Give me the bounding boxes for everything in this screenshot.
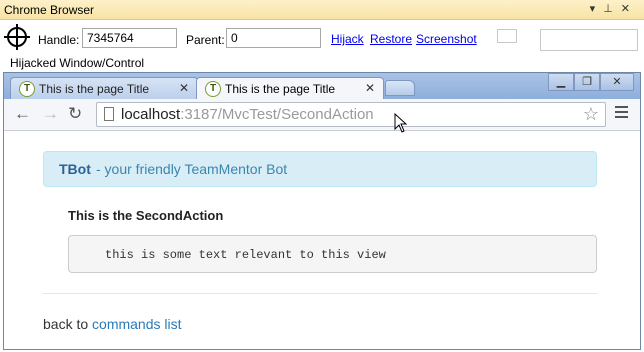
divider bbox=[43, 293, 597, 294]
footer: back to commands list bbox=[43, 316, 182, 332]
forward-icon[interactable]: → bbox=[42, 105, 59, 123]
blank-field[interactable] bbox=[497, 29, 517, 43]
screenshot-link[interactable]: Screenshot bbox=[416, 32, 477, 46]
site-favicon-icon: T bbox=[205, 81, 221, 97]
panel-title: Chrome Browser bbox=[4, 3, 95, 17]
new-tab-button[interactable] bbox=[385, 80, 415, 96]
url-path: :3187/MvcTest/SecondAction bbox=[180, 106, 374, 123]
page-content: TBot - your friendly TeamMentor Bot This… bbox=[4, 131, 640, 349]
bookmark-star-icon[interactable]: ☆ bbox=[583, 104, 599, 125]
tab-strip: T This is the page Title ✕ T This is the… bbox=[4, 73, 640, 99]
pin-icon[interactable]: ⊥ bbox=[603, 3, 621, 15]
dropdown-icon[interactable]: ▾ bbox=[590, 3, 604, 15]
parent-field[interactable] bbox=[226, 28, 321, 48]
alert-brand[interactable]: TBot bbox=[59, 161, 91, 177]
hijack-caption: Hijacked Window/Control bbox=[10, 56, 145, 70]
alert-text: - your friendly TeamMentor Bot bbox=[96, 161, 288, 177]
restore-link[interactable]: Restore bbox=[370, 32, 412, 46]
close-icon[interactable]: ✕ bbox=[621, 3, 638, 15]
url-text[interactable]: localhost:3187/MvcTest/SecondAction bbox=[121, 106, 374, 123]
tab-title: This is the page Title bbox=[39, 82, 150, 96]
page-heading: This is the SecondAction bbox=[68, 208, 224, 223]
handle-field[interactable] bbox=[82, 28, 177, 48]
crosshair-icon[interactable] bbox=[4, 24, 30, 50]
bot-alert: TBot - your friendly TeamMentor Bot bbox=[43, 151, 597, 187]
tab-page-2[interactable]: T This is the page Title ✕ bbox=[196, 77, 384, 99]
browser-window: T This is the page Title ✕ T This is the… bbox=[3, 72, 641, 350]
back-icon[interactable]: ← bbox=[14, 105, 31, 123]
close-tab-icon[interactable]: ✕ bbox=[179, 81, 189, 95]
mouse-cursor-icon bbox=[394, 113, 408, 133]
commands-list-link[interactable]: commands list bbox=[92, 316, 181, 332]
minimize-icon[interactable]: ▁ bbox=[548, 73, 574, 91]
page-icon bbox=[104, 107, 114, 121]
handle-label: Handle: bbox=[38, 33, 80, 47]
code-text: this is some text relevant to this view bbox=[105, 248, 386, 262]
close-tab-icon[interactable]: ✕ bbox=[365, 81, 375, 95]
panel-header: Chrome Browser ▾⊥✕ bbox=[0, 0, 644, 20]
code-block: this is some text relevant to this view bbox=[68, 235, 597, 273]
hijack-bar: Handle: Parent: Hijack Restore Screensho… bbox=[0, 20, 644, 72]
browser-toolbar: ← → ↻ localhost:3187/MvcTest/SecondActio… bbox=[4, 99, 640, 131]
panel-controls: ▾⊥✕ bbox=[590, 2, 638, 15]
blank-field[interactable] bbox=[540, 29, 638, 51]
restore-icon[interactable]: ❐ bbox=[574, 73, 600, 91]
parent-label: Parent: bbox=[186, 33, 225, 47]
address-bar[interactable]: localhost:3187/MvcTest/SecondAction ☆ bbox=[96, 102, 606, 127]
tab-page-1[interactable]: T This is the page Title ✕ bbox=[10, 77, 198, 99]
menu-icon[interactable] bbox=[615, 106, 628, 121]
url-host: localhost bbox=[121, 106, 181, 123]
close-window-icon[interactable]: ✕ bbox=[600, 73, 634, 91]
hijack-link[interactable]: Hijack bbox=[331, 32, 364, 46]
tab-title: This is the page Title bbox=[225, 82, 336, 96]
reload-icon[interactable]: ↻ bbox=[68, 105, 82, 123]
site-favicon-icon: T bbox=[19, 81, 35, 97]
footer-text: back to bbox=[43, 316, 89, 332]
